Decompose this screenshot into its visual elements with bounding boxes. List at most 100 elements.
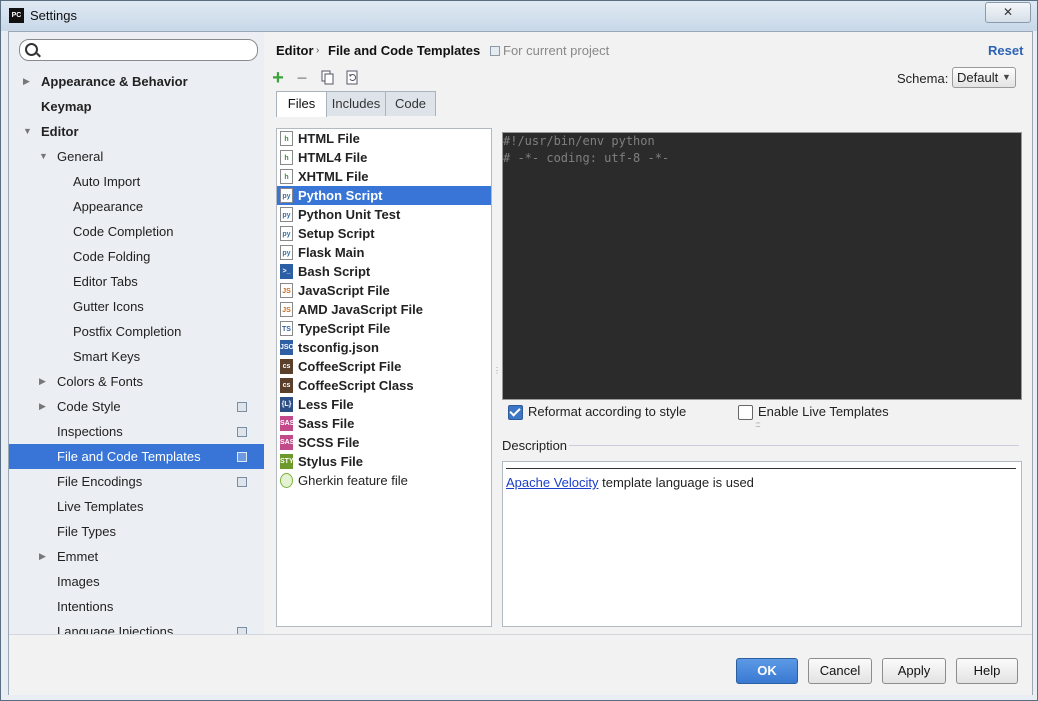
tab-includes[interactable]: Includes (326, 91, 386, 116)
template-list-item[interactable]: JSON tsconfig.json (277, 338, 491, 357)
enable-live-templates-checkbox[interactable] (738, 405, 753, 420)
template-list-item[interactable]: STYL Stylus File (277, 452, 491, 471)
sidebar-item-label: Appearance (73, 199, 144, 214)
collapse-arrow-icon[interactable]: ▼ (39, 144, 48, 169)
project-scope-icon (490, 46, 500, 56)
template-name: CoffeeScript Class (298, 378, 414, 393)
sidebar-item[interactable]: ▼ General (9, 144, 264, 169)
sidebar-item[interactable]: Gutter Icons (9, 294, 264, 319)
sidebar-item[interactable]: Smart Keys (9, 344, 264, 369)
cancel-button[interactable]: Cancel (808, 658, 872, 684)
sidebar-item[interactable]: ▶ Code Style (9, 394, 264, 419)
html-file-icon: h (280, 150, 293, 165)
expand-arrow-icon[interactable]: ▶ (39, 394, 46, 419)
sidebar-item[interactable]: Auto Import (9, 169, 264, 194)
chevron-down-icon: ▼ (1002, 72, 1011, 82)
expand-arrow-icon[interactable]: ▶ (39, 544, 46, 569)
gherkin-file-icon (280, 473, 293, 488)
template-name: Flask Main (298, 245, 365, 260)
description-label: Description (502, 438, 568, 453)
template-name: SCSS File (298, 435, 360, 450)
apply-button[interactable]: Apply (882, 658, 946, 684)
template-list-item[interactable]: JS AMD JavaScript File (277, 300, 491, 319)
code-line: # -*- coding: utf-8 -*- (503, 151, 670, 165)
template-code-editor[interactable]: #!/usr/bin/env python # -*- coding: utf-… (502, 132, 1022, 400)
resize-grip-icon[interactable]: :::: (755, 420, 761, 429)
project-scope-icon (237, 427, 247, 437)
template-list-item[interactable]: h HTML File (277, 129, 491, 148)
sidebar-item[interactable]: Appearance (9, 194, 264, 219)
template-name: Less File (298, 397, 354, 412)
expand-arrow-icon[interactable]: ▶ (23, 69, 30, 94)
settings-search-input[interactable] (19, 39, 258, 61)
sidebar-item-label: File Types (57, 524, 117, 539)
sidebar-item[interactable]: Images (9, 569, 264, 594)
settings-window: PC Settings ✕ ▶ Appearance & Behavior Keym… (0, 0, 1038, 701)
sidebar-item-label: Language Injections (57, 624, 174, 634)
sidebar-item[interactable]: File and Code Templates (9, 444, 264, 469)
apache-velocity-link[interactable]: Apache Velocity (506, 475, 599, 490)
template-name: Python Script (298, 188, 383, 203)
breadcrumb-scope: For current project (503, 43, 610, 58)
sidebar-item[interactable]: ▶ Emmet (9, 544, 264, 569)
template-list-item[interactable]: cs CoffeeScript File (277, 357, 491, 376)
template-list-item[interactable]: py Setup Script (277, 224, 491, 243)
reformat-checkbox[interactable] (508, 405, 523, 420)
breadcrumb-editor: Editor (276, 43, 314, 58)
template-list-item[interactable]: TS TypeScript File (277, 319, 491, 338)
sidebar-item[interactable]: Code Folding (9, 244, 264, 269)
code-line: #!/usr/bin/env python (503, 134, 655, 148)
sidebar-item-label: Code Completion (73, 224, 174, 239)
copy-template-icon[interactable] (320, 70, 336, 86)
search-icon (25, 43, 38, 56)
sidebar-item[interactable]: Intentions (9, 594, 264, 619)
enable-live-templates-label: Enable Live Templates (758, 404, 889, 419)
close-button[interactable]: ✕ (985, 2, 1031, 23)
sidebar-item[interactable]: File Types (9, 519, 264, 544)
sidebar-item[interactable]: Language Injections (9, 619, 264, 634)
template-list-item[interactable]: >_ Bash Script (277, 262, 491, 281)
template-name: CoffeeScript File (298, 359, 402, 374)
sidebar-item[interactable]: ▶ Appearance & Behavior (9, 69, 264, 94)
sidebar-item-label: Colors & Fonts (57, 374, 143, 389)
reset-to-default-icon[interactable] (345, 70, 361, 86)
sidebar-item[interactable]: File Encodings (9, 469, 264, 494)
expand-arrow-icon[interactable]: ▶ (39, 369, 46, 394)
sidebar-item-label: File and Code Templates (57, 449, 201, 464)
help-button[interactable]: Help (956, 658, 1018, 684)
remove-template-icon[interactable]: − (294, 69, 310, 87)
tab-files[interactable]: Files (276, 91, 327, 117)
template-name: HTML File (298, 131, 360, 146)
sidebar-item-label: Code Style (57, 399, 121, 414)
sidebar-item[interactable]: Live Templates (9, 494, 264, 519)
template-list-item[interactable]: py Python Script (277, 186, 491, 205)
template-list-item[interactable]: cs CoffeeScript Class (277, 376, 491, 395)
sidebar-item-label: Live Templates (57, 499, 144, 514)
template-name: AMD JavaScript File (298, 302, 423, 317)
template-list-item[interactable]: py Flask Main (277, 243, 491, 262)
template-list-item[interactable]: h HTML4 File (277, 148, 491, 167)
template-list-item[interactable]: JS JavaScript File (277, 281, 491, 300)
sidebar-item[interactable]: Code Completion (9, 219, 264, 244)
sidebar-item[interactable]: Keymap (9, 94, 264, 119)
sidebar-item[interactable]: Postfix Completion (9, 319, 264, 344)
title-bar: PC Settings ✕ (1, 1, 1037, 31)
sidebar-item[interactable]: ▶ Colors & Fonts (9, 369, 264, 394)
sidebar-item[interactable]: Inspections (9, 419, 264, 444)
collapse-arrow-icon[interactable]: ▼ (23, 119, 32, 144)
template-list-item[interactable]: {L} Less File (277, 395, 491, 414)
reset-link[interactable]: Reset (988, 43, 1023, 58)
tab-code[interactable]: Code (385, 91, 436, 116)
schema-dropdown[interactable]: Default ▼ (952, 67, 1016, 88)
sidebar-item[interactable]: Editor Tabs (9, 269, 264, 294)
template-list-item[interactable]: h XHTML File (277, 167, 491, 186)
sidebar-item[interactable]: ▼ Editor (9, 119, 264, 144)
template-list-item[interactable]: SASS SCSS File (277, 433, 491, 452)
template-list-item[interactable]: py Python Unit Test (277, 205, 491, 224)
template-list-item[interactable]: SASS Sass File (277, 414, 491, 433)
ok-button[interactable]: OK (736, 658, 798, 684)
split-handle-icon[interactable]: ⋮ (493, 366, 501, 375)
template-name: Stylus File (298, 454, 364, 469)
add-template-icon[interactable]: + (270, 68, 286, 88)
template-list-item[interactable]: Gherkin feature file (277, 471, 491, 490)
